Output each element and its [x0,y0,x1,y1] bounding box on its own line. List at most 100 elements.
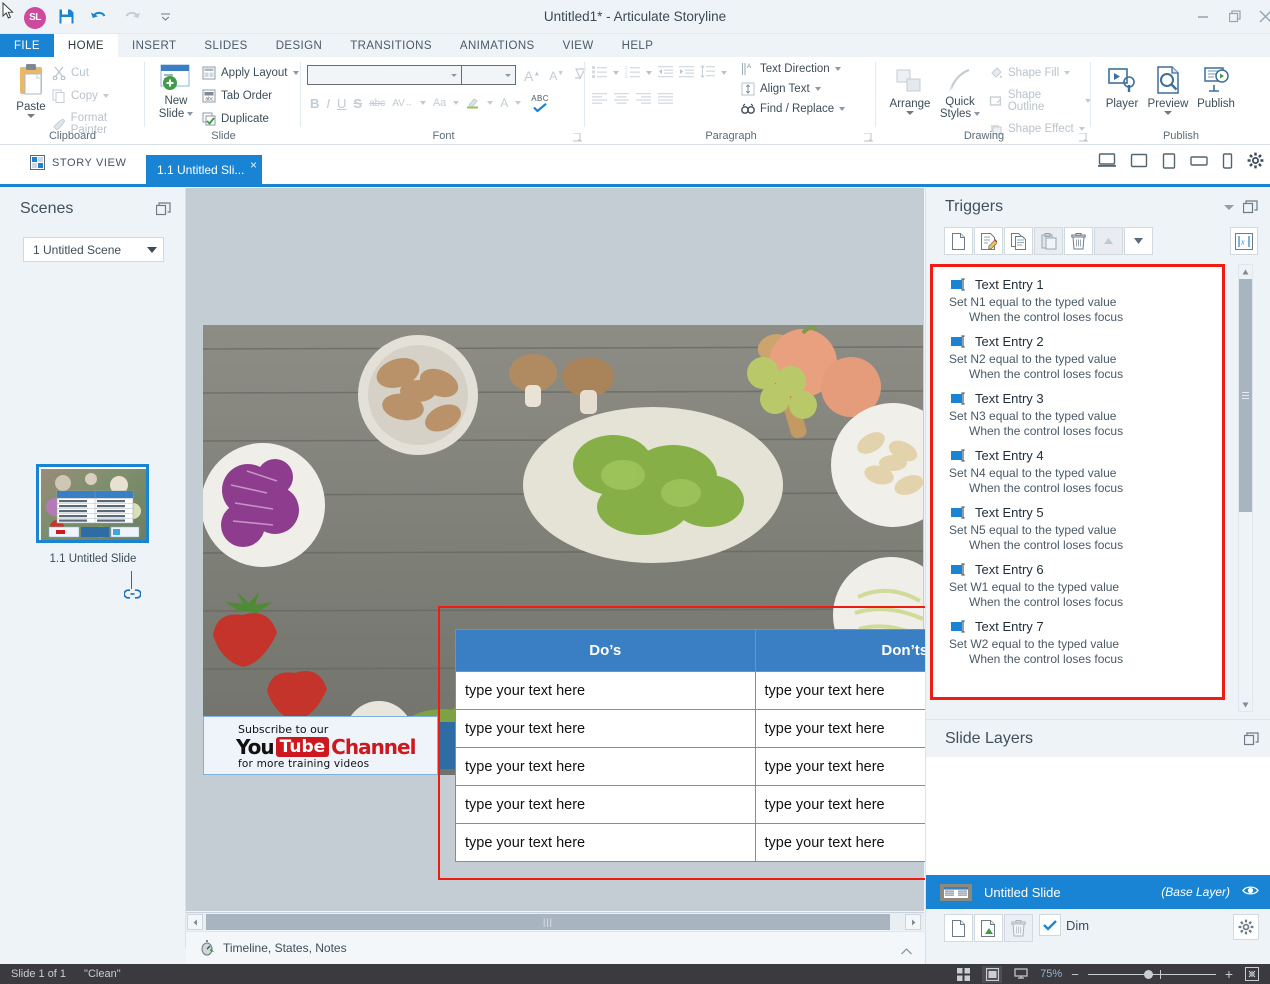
slide-tab-close-icon[interactable]: × [250,158,257,172]
table-cell[interactable]: type your text here [456,672,756,710]
drawing-dialog-launcher[interactable] [1079,133,1088,142]
tab-home[interactable]: HOME [54,34,118,57]
maximize-button[interactable] [1222,10,1248,26]
tab-slides[interactable]: SLIDES [190,34,261,57]
eye-icon[interactable] [1242,885,1259,899]
trigger-item[interactable]: Text Entry 2 Set N2 equal to the typed v… [933,334,1222,382]
move-trigger-up-button[interactable] [1094,227,1123,255]
table-cell[interactable]: type your text here [456,786,756,824]
new-layer-button[interactable] [944,914,973,942]
font-size-input[interactable] [462,65,516,85]
duplicate-button[interactable]: Duplicate [202,112,299,126]
highlight-icon[interactable] [466,95,480,112]
device-phone-landscape-icon[interactable] [1190,155,1208,170]
chevron-down-icon[interactable] [147,247,157,253]
view-master-icon[interactable] [1011,966,1031,983]
align-right-icon[interactable] [636,93,651,107]
line-spacing-icon[interactable] [700,65,715,81]
trigger-item[interactable]: Text Entry 4 Set N4 equal to the typed v… [933,448,1222,496]
new-slide-dropdown-caret[interactable] [187,112,193,116]
device-tablet-portrait-icon[interactable] [1162,153,1176,172]
shape-fill-caret[interactable] [1064,71,1070,75]
youtube-banner[interactable]: Subscribe to our You Tube Channel for mo… [203,716,438,775]
manage-variables-button[interactable]: x [1230,227,1258,255]
find-replace-button[interactable]: Find / Replace [741,102,845,116]
decrease-indent-icon[interactable] [658,65,673,81]
restore-panel-icon[interactable] [156,202,171,219]
change-case-caret[interactable] [453,101,459,105]
close-button[interactable] [1252,10,1270,26]
scroll-left-button[interactable] [187,914,203,930]
triggers-scroll-thumb[interactable] [1239,279,1252,512]
horizontal-scroll-thumb[interactable]: ||| [206,914,890,930]
layer-item-untitled-slide[interactable]: Untitled Slide (Base Layer) [926,875,1270,909]
delete-trigger-button[interactable] [1064,227,1093,255]
font-name-input[interactable] [307,65,462,85]
zoom-out-button[interactable]: − [1071,967,1079,982]
shape-fill-button[interactable]: Shape Fill [989,66,1091,80]
strikethrough-button[interactable]: S [353,96,362,111]
increase-indent-icon[interactable] [679,65,694,81]
triggers-list[interactable]: Text Entry 1 Set N1 equal to the typed v… [930,264,1225,700]
trigger-item[interactable]: Text Entry 5 Set N5 equal to the typed v… [933,505,1222,553]
device-settings-gear-icon[interactable] [1247,152,1264,172]
tab-view[interactable]: VIEW [549,34,608,57]
move-trigger-down-button[interactable] [1124,227,1153,255]
line-spacing-caret[interactable] [721,71,727,75]
table-cell[interactable]: type your text here [456,824,756,862]
shrink-font-button[interactable]: A▼ [549,69,564,83]
zoom-in-button[interactable]: + [1225,966,1233,982]
small-caps-button[interactable]: abc [369,98,385,109]
triggers-restore-icon[interactable] [1243,200,1258,217]
trigger-item[interactable]: Text Entry 3 Set N3 equal to the typed v… [933,391,1222,439]
trigger-name-row[interactable]: Text Entry 1 [949,277,1222,292]
copy-dropdown-caret[interactable] [103,94,109,98]
align-left-icon[interactable] [592,93,607,107]
link-icon[interactable] [124,588,141,603]
numbering-icon[interactable]: 123 [625,65,640,81]
trigger-name-row[interactable]: Text Entry 3 [949,391,1222,406]
bullets-icon[interactable] [592,65,607,81]
italic-button[interactable]: I [326,96,330,111]
paste-trigger-button[interactable] [1034,227,1063,255]
find-replace-caret[interactable] [839,107,845,111]
trigger-name-row[interactable]: Text Entry 7 [949,619,1222,634]
trigger-name-row[interactable]: Text Entry 2 [949,334,1222,349]
text-direction-caret[interactable] [835,67,841,71]
char-spacing-caret[interactable] [420,101,426,105]
font-dialog-launcher[interactable] [573,133,582,142]
device-tablet-landscape-icon[interactable] [1130,153,1148,171]
tab-design[interactable]: DESIGN [262,34,337,57]
device-phone-portrait-icon[interactable] [1222,153,1233,172]
trigger-item[interactable]: Text Entry 6 Set W1 equal to the typed v… [933,562,1222,610]
font-color-button[interactable]: A [500,96,508,110]
numbering-caret[interactable] [646,71,652,75]
tab-transitions[interactable]: TRANSITIONS [336,34,446,57]
slide-thumbnail[interactable] [36,464,149,543]
triggers-scroll-down-button[interactable] [1239,698,1252,711]
new-slide-button[interactable]: New Slide [154,63,198,120]
quick-styles-button[interactable]: Quick Styles [937,69,983,120]
align-text-button[interactable]: Align Text [741,82,845,96]
copy-button[interactable]: Copy [52,89,145,103]
paste-button[interactable]: Paste [10,63,52,118]
dim-checkbox[interactable] [1039,914,1061,936]
tab-slide-1-1[interactable]: 1.1 Untitled Sli... [146,155,262,185]
triggers-vertical-scrollbar[interactable] [1238,264,1253,712]
spell-check-button[interactable]: ABC [531,93,549,113]
tab-animations[interactable]: ANIMATIONS [446,34,549,57]
publish-button[interactable]: Publish [1192,65,1240,110]
grow-font-button[interactable]: A▲ [524,68,540,84]
font-color-caret[interactable] [515,101,521,105]
trigger-item[interactable]: Text Entry 7 Set W2 equal to the typed v… [933,619,1222,667]
zoom-slider[interactable] [1088,968,1216,980]
device-desktop-icon[interactable] [1098,153,1116,171]
timeline-bar[interactable]: Timeline, States, Notes [186,931,924,964]
new-trigger-button[interactable] [944,227,973,255]
trigger-name-row[interactable]: Text Entry 5 [949,505,1222,520]
canvas-horizontal-scrollbar[interactable]: ||| [186,912,924,930]
align-center-icon[interactable] [614,93,629,107]
triggers-collapse-icon[interactable] [1224,205,1234,210]
player-button[interactable]: Player [1098,65,1146,110]
minimize-button[interactable] [1190,10,1216,26]
